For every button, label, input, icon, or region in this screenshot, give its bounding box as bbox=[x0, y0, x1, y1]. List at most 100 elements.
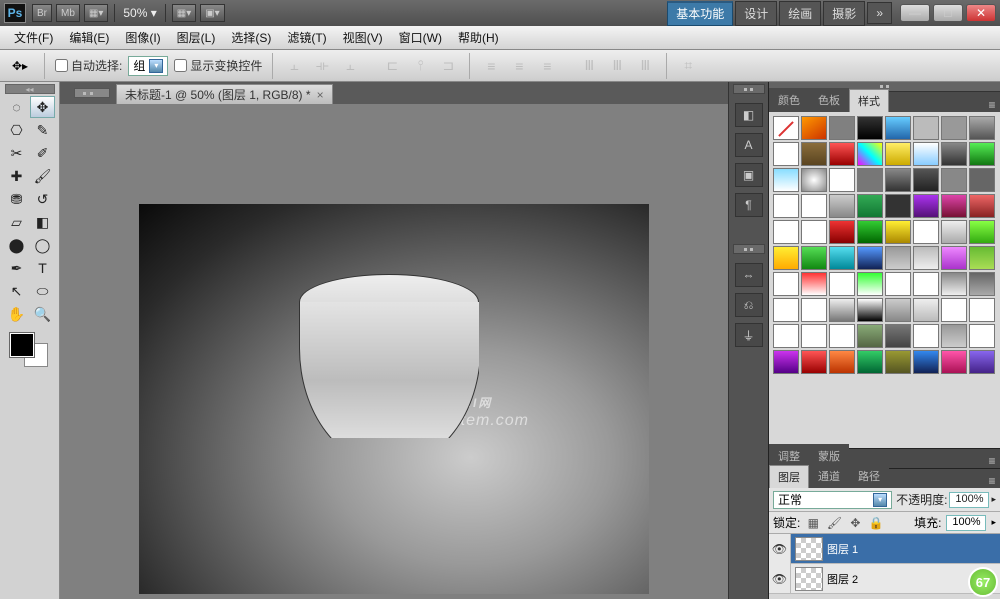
style-swatch[interactable] bbox=[969, 168, 995, 192]
menu-edit[interactable]: 编辑(E) bbox=[61, 26, 117, 49]
style-swatch[interactable] bbox=[885, 220, 911, 244]
marquee-tool[interactable]: ◌ bbox=[4, 96, 29, 118]
dock-icon-clone-source[interactable]: ⏚ bbox=[735, 323, 763, 347]
tools-collapse-toggle[interactable]: ◂◂ bbox=[5, 84, 55, 94]
style-swatch[interactable] bbox=[801, 324, 827, 348]
menu-file[interactable]: 文件(F) bbox=[6, 26, 61, 49]
style-swatch[interactable] bbox=[885, 272, 911, 296]
dodge-tool[interactable]: ◯ bbox=[30, 234, 55, 256]
style-swatch[interactable] bbox=[829, 142, 855, 166]
brush-tool[interactable]: 🖌 bbox=[30, 165, 55, 187]
style-swatch[interactable] bbox=[773, 246, 799, 270]
style-swatch[interactable] bbox=[941, 324, 967, 348]
style-swatch[interactable] bbox=[773, 298, 799, 322]
menu-filter[interactable]: 滤镜(T) bbox=[279, 26, 334, 49]
opacity-input[interactable]: 100% bbox=[949, 492, 989, 508]
style-swatch[interactable] bbox=[773, 324, 799, 348]
distribute-hcenter-icon[interactable]: Ⅲ bbox=[608, 57, 626, 75]
visibility-toggle-icon[interactable]: 👁 bbox=[769, 534, 791, 564]
canvas-viewport[interactable]: GXI网stem.com bbox=[60, 104, 728, 599]
align-top-icon[interactable]: ⫠ bbox=[285, 57, 303, 75]
style-swatch[interactable] bbox=[801, 298, 827, 322]
foreground-color[interactable] bbox=[10, 333, 34, 357]
panel-menu-icon[interactable]: ≡ bbox=[984, 474, 1000, 488]
stamp-tool[interactable]: ⛃ bbox=[4, 188, 29, 210]
align-right-icon[interactable]: ⊐ bbox=[439, 57, 457, 75]
style-swatch[interactable] bbox=[857, 246, 883, 270]
style-swatch[interactable] bbox=[857, 298, 883, 322]
dock-icon-character[interactable]: A bbox=[735, 133, 763, 157]
style-swatch[interactable] bbox=[913, 298, 939, 322]
style-swatch[interactable] bbox=[969, 220, 995, 244]
style-swatch[interactable] bbox=[773, 116, 799, 140]
style-swatch[interactable] bbox=[913, 168, 939, 192]
dock-icon-paragraph[interactable]: ¶ bbox=[735, 193, 763, 217]
style-swatch[interactable] bbox=[801, 194, 827, 218]
style-swatch[interactable] bbox=[801, 116, 827, 140]
style-swatch[interactable] bbox=[857, 350, 883, 374]
lock-pixels-icon[interactable]: 🖌 bbox=[826, 515, 842, 531]
style-swatch[interactable] bbox=[885, 350, 911, 374]
type-tool[interactable]: T bbox=[30, 257, 55, 279]
distribute-vcenter-icon[interactable]: ≡ bbox=[510, 57, 528, 75]
healing-tool[interactable]: ✚ bbox=[4, 165, 29, 187]
blend-mode-select[interactable]: 正常 ▾ bbox=[773, 491, 892, 509]
dock-icon-brush-presets[interactable]: ⎌ bbox=[735, 293, 763, 317]
auto-select-target-select[interactable]: 组 ▾ bbox=[128, 56, 168, 76]
style-swatch[interactable] bbox=[773, 194, 799, 218]
layer-row[interactable]: 👁图层 2 bbox=[769, 564, 1000, 594]
style-swatch[interactable] bbox=[941, 220, 967, 244]
gradient-tool[interactable]: ◧ bbox=[30, 211, 55, 233]
dock-icon-histogram[interactable]: ◧ bbox=[735, 103, 763, 127]
bridge-button[interactable]: Br bbox=[32, 4, 52, 22]
menu-select[interactable]: 选择(S) bbox=[223, 26, 279, 49]
layer-row[interactable]: 👁图层 1 bbox=[769, 534, 1000, 564]
style-swatch[interactable] bbox=[829, 350, 855, 374]
menu-window[interactable]: 窗口(W) bbox=[391, 26, 450, 49]
style-swatch[interactable] bbox=[801, 350, 827, 374]
style-swatch[interactable] bbox=[829, 116, 855, 140]
style-swatch[interactable] bbox=[773, 272, 799, 296]
distribute-top-icon[interactable]: ≡ bbox=[482, 57, 500, 75]
lock-all-icon[interactable]: 🔒 bbox=[868, 515, 884, 531]
style-swatch[interactable] bbox=[857, 220, 883, 244]
eyedropper-tool[interactable]: ✐ bbox=[30, 142, 55, 164]
path-select-tool[interactable]: ↖ bbox=[4, 280, 29, 302]
style-swatch[interactable] bbox=[913, 350, 939, 374]
style-swatch[interactable] bbox=[829, 298, 855, 322]
style-swatch[interactable] bbox=[885, 324, 911, 348]
style-swatch[interactable] bbox=[857, 194, 883, 218]
style-swatch[interactable] bbox=[801, 246, 827, 270]
auto-align-icon[interactable]: ⌗ bbox=[679, 57, 697, 75]
lock-position-icon[interactable]: ✥ bbox=[847, 515, 863, 531]
style-swatch[interactable] bbox=[941, 194, 967, 218]
style-swatch[interactable] bbox=[941, 142, 967, 166]
align-left-icon[interactable]: ⊏ bbox=[383, 57, 401, 75]
fill-input[interactable]: 100% bbox=[946, 515, 986, 531]
style-swatch[interactable] bbox=[829, 246, 855, 270]
style-swatch[interactable] bbox=[941, 168, 967, 192]
tab-paths[interactable]: 路径 bbox=[849, 464, 889, 488]
auto-select-input[interactable] bbox=[55, 59, 68, 72]
style-swatch[interactable] bbox=[857, 272, 883, 296]
minibridge-button[interactable]: Mb bbox=[56, 4, 80, 22]
align-vcenter-icon[interactable]: ⟛ bbox=[313, 57, 331, 75]
color-swatch[interactable] bbox=[8, 331, 52, 371]
workspace-tab-photography[interactable]: 摄影 bbox=[823, 1, 865, 26]
menu-image[interactable]: 图像(I) bbox=[117, 26, 168, 49]
style-swatch[interactable] bbox=[773, 142, 799, 166]
style-swatch[interactable] bbox=[913, 116, 939, 140]
style-swatch[interactable] bbox=[773, 350, 799, 374]
style-swatch[interactable] bbox=[941, 116, 967, 140]
style-swatch[interactable] bbox=[913, 142, 939, 166]
layer-thumbnail[interactable] bbox=[795, 537, 823, 561]
align-hcenter-icon[interactable]: ⫯ bbox=[411, 57, 429, 75]
style-swatch[interactable] bbox=[913, 220, 939, 244]
style-swatch[interactable] bbox=[969, 142, 995, 166]
style-swatch[interactable] bbox=[857, 324, 883, 348]
auto-select-checkbox[interactable]: 自动选择: bbox=[55, 57, 122, 74]
canvas[interactable]: GXI网stem.com bbox=[139, 204, 649, 594]
lock-transparency-icon[interactable]: ▦ bbox=[805, 515, 821, 531]
workspace-tab-painting[interactable]: 绘画 bbox=[779, 1, 821, 26]
tab-channels[interactable]: 通道 bbox=[809, 464, 849, 488]
